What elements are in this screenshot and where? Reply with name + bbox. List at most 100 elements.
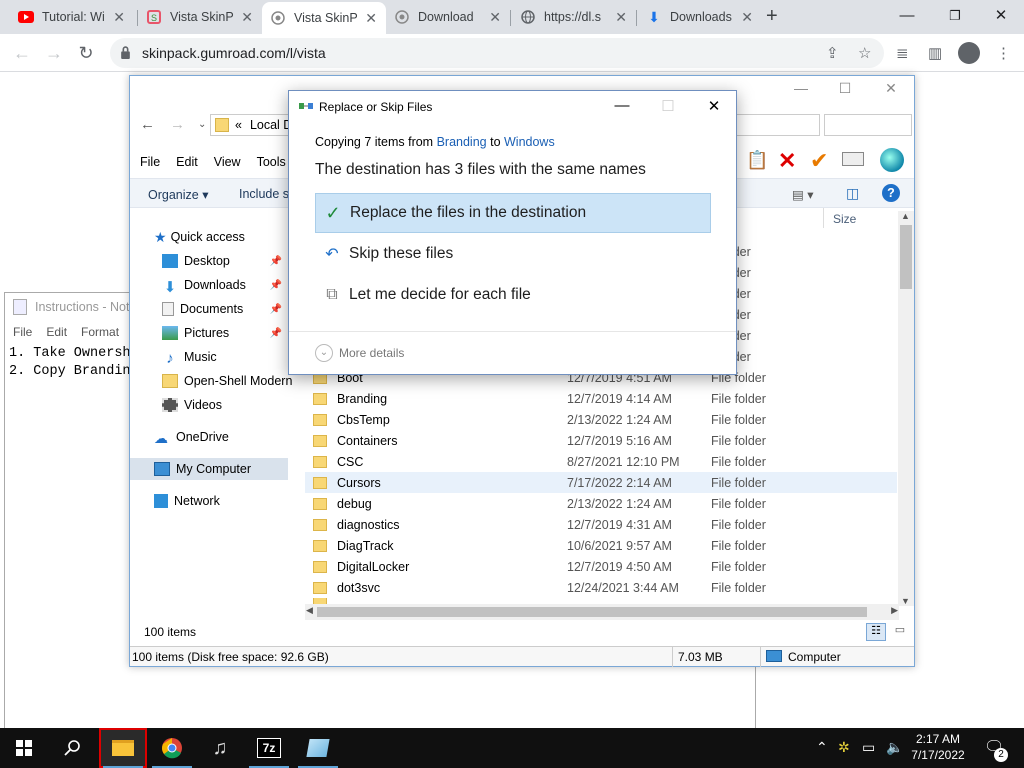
browser-tab-vista-skinpack-2[interactable]: Vista SkinP ✕ xyxy=(262,2,386,34)
list-item-cbstemp[interactable]: CbsTemp 2/13/2022 1:24 AM File folder xyxy=(305,409,897,430)
more-details-link[interactable]: More details xyxy=(339,346,404,360)
list-item-branding[interactable]: Branding 12/7/2019 4:14 AM File folder xyxy=(305,388,897,409)
list-item-diagnostics[interactable]: diagnostics 12/7/2019 4:31 AM File folder xyxy=(305,514,897,535)
back-arrow-icon[interactable]: ← xyxy=(140,116,155,133)
nav-pictures[interactable]: Pictures 📌 xyxy=(162,322,288,344)
scroll-left-icon[interactable]: ◀ xyxy=(306,605,313,616)
back-arrow-icon[interactable]: ← xyxy=(10,41,34,65)
volume-icon[interactable]: 🔈 xyxy=(886,739,903,756)
notepad-menu-file[interactable]: File xyxy=(13,325,32,339)
preview-pane-icon[interactable]: ◫ xyxy=(846,185,859,202)
destination-folder-link[interactable]: Windows xyxy=(504,135,555,149)
chevron-down-icon[interactable]: ⌄ xyxy=(315,344,333,362)
notepad-menu-format[interactable]: Format xyxy=(81,325,119,339)
organize-button[interactable]: Organize ▾ xyxy=(148,187,208,202)
taskbar-file-explorer[interactable] xyxy=(99,728,147,768)
checkmark-icon[interactable]: ✔ xyxy=(810,148,828,174)
close-icon[interactable]: ✕ xyxy=(876,80,906,97)
browser-tab-tutorial[interactable]: Tutorial: Wi ✕ xyxy=(10,6,134,28)
browser-tab-vista-skinpack-1[interactable]: S Vista SkinP ✕ xyxy=(138,6,262,28)
maximize-icon[interactable]: ☐ xyxy=(830,80,860,97)
nav-videos[interactable]: Videos xyxy=(162,394,288,416)
replace-files-option[interactable]: ✓ Replace the files in the destination xyxy=(315,193,711,233)
menu-kebab-icon[interactable]: ⋮ xyxy=(996,44,1011,62)
new-tab-button[interactable]: + xyxy=(766,5,778,28)
scroll-down-icon[interactable]: ▼ xyxy=(901,596,910,606)
taskbar-notepad[interactable] xyxy=(294,728,342,768)
source-folder-link[interactable]: Branding xyxy=(437,135,487,149)
list-item-csc[interactable]: CSC 8/27/2021 12:10 PM File folder xyxy=(305,451,897,472)
scroll-up-icon[interactable]: ▲ xyxy=(901,211,910,221)
nav-desktop[interactable]: Desktop 📌 xyxy=(162,250,288,272)
replace-or-skip-dialog[interactable]: Replace or Skip Files — ☐ ✕ Copying 7 it… xyxy=(288,90,737,375)
nav-network[interactable]: Network xyxy=(154,490,288,512)
decide-each-file-option[interactable]: ⧉ Let me decide for each file xyxy=(315,275,711,315)
close-icon[interactable]: ✕ xyxy=(699,97,729,115)
scroll-right-icon[interactable]: ▶ xyxy=(891,605,898,616)
minimize-icon[interactable]: — xyxy=(786,80,816,96)
vertical-scrollbar[interactable]: ▲ ▼ xyxy=(898,211,914,606)
details-view-icon[interactable]: ☷ xyxy=(866,623,886,641)
forward-arrow-icon[interactable]: → xyxy=(170,116,185,133)
list-item-cursors[interactable]: Cursors 7/17/2022 2:14 AM File folder xyxy=(305,472,897,493)
nav-documents[interactable]: Documents 📌 xyxy=(162,298,288,320)
close-icon[interactable]: ✕ xyxy=(978,4,1024,28)
browser-tab-downloads[interactable]: ⬇ Downloads ✕ xyxy=(638,6,762,28)
nav-my-computer[interactable]: My Computer xyxy=(130,458,288,480)
list-item-dot3svc[interactable]: dot3svc 12/24/2021 3:44 AM File folder xyxy=(305,577,897,598)
search-button[interactable] xyxy=(48,728,96,768)
globe-icon[interactable] xyxy=(880,148,904,172)
notepad-menu-edit[interactable]: Edit xyxy=(46,325,67,339)
menu-edit[interactable]: Edit xyxy=(176,155,198,169)
scroll-thumb[interactable] xyxy=(900,225,912,289)
network-status-icon[interactable]: ▭ xyxy=(862,739,875,756)
skip-files-option[interactable]: ↶ Skip these files xyxy=(315,234,711,274)
side-panel-icon[interactable]: ▥ xyxy=(928,44,942,62)
list-item-debug[interactable]: debug 2/13/2022 1:24 AM File folder xyxy=(305,493,897,514)
close-tab-icon[interactable]: ✕ xyxy=(614,9,628,26)
properties-icon[interactable] xyxy=(842,152,864,166)
nav-downloads[interactable]: ⬇ Downloads 📌 xyxy=(162,274,288,296)
delete-x-icon[interactable]: ✕ xyxy=(778,148,796,174)
taskbar-media-app[interactable]: ♫ xyxy=(196,728,244,768)
reload-icon[interactable]: ↻ xyxy=(74,41,98,65)
nav-onedrive[interactable]: ☁ OneDrive xyxy=(154,426,288,448)
forward-arrow-icon[interactable]: → xyxy=(42,41,66,65)
browser-tab-dl[interactable]: https://dl.s ✕ xyxy=(512,6,636,28)
share-icon[interactable]: ⇪ xyxy=(826,44,839,62)
search-input[interactable] xyxy=(824,114,912,136)
menu-view[interactable]: View xyxy=(214,155,241,169)
start-button[interactable] xyxy=(0,728,48,768)
close-tab-icon[interactable]: ✕ xyxy=(112,9,126,26)
list-item-containers[interactable]: Containers 12/7/2019 5:16 AM File folder xyxy=(305,430,897,451)
close-tab-icon[interactable]: ✕ xyxy=(740,9,754,26)
nav-quick-access[interactable]: ★ Quick access xyxy=(154,226,288,248)
close-tab-icon[interactable]: ✕ xyxy=(240,9,254,26)
notepad-text-area[interactable]: 1. Take Ownersh 2. Copy Branding xyxy=(9,345,139,381)
minimize-icon[interactable]: — xyxy=(884,4,930,28)
list-item-digitallocker[interactable]: DigitalLocker 12/7/2019 4:50 AM File folde… xyxy=(305,556,897,577)
scroll-thumb[interactable] xyxy=(317,607,867,617)
restore-icon[interactable]: ❐ xyxy=(932,4,978,28)
address-bar[interactable]: skinpack.gumroad.com/l/vista ⇪ ☆ xyxy=(110,38,884,68)
taskbar-7zip[interactable]: 7z xyxy=(245,728,293,768)
show-hidden-icons-chevron-icon[interactable]: ⌃ xyxy=(816,739,828,756)
system-clock[interactable]: 2:17 AM 7/17/2022 xyxy=(905,731,971,763)
menu-tools[interactable]: Tools xyxy=(257,155,286,169)
clipboard-icon[interactable]: 📋 xyxy=(746,150,768,171)
media-controls-icon[interactable]: ≣ xyxy=(896,44,909,62)
bookmark-star-icon[interactable]: ☆ xyxy=(858,44,871,62)
minimize-icon[interactable]: — xyxy=(607,97,637,114)
taskbar-chrome[interactable] xyxy=(148,728,196,768)
profile-avatar-icon[interactable] xyxy=(958,42,980,64)
nav-music[interactable]: ♪ Music xyxy=(162,346,288,368)
nav-open-shell[interactable]: Open-Shell Modern xyxy=(162,370,292,392)
close-tab-icon[interactable]: ✕ xyxy=(364,10,378,27)
dialog-titlebar[interactable]: Replace or Skip Files — ☐ ✕ xyxy=(289,91,736,121)
more-details-row[interactable]: ⌄ More details xyxy=(289,331,736,374)
horizontal-scrollbar[interactable]: ◀ ▶ xyxy=(305,604,899,620)
recent-locations-icon[interactable]: ⌄ xyxy=(198,119,206,130)
menu-file[interactable]: File xyxy=(140,155,160,169)
view-options-icon[interactable]: ▤ ▾ xyxy=(792,187,814,202)
close-tab-icon[interactable]: ✕ xyxy=(488,9,502,26)
